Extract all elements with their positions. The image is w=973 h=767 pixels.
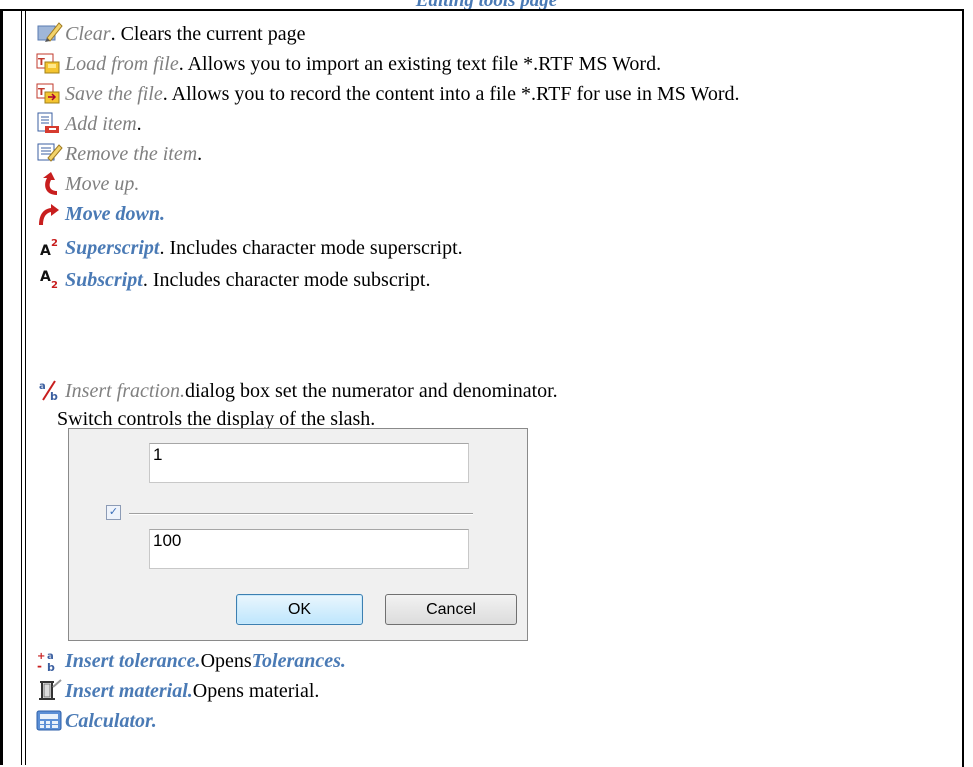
- tolerances-link[interactable]: Tolerances.: [252, 650, 346, 673]
- superscript-icon[interactable]: A2: [33, 234, 65, 262]
- item-text: .: [136, 112, 142, 135]
- item-text: Opens material.: [192, 679, 320, 702]
- item-text: Opens: [200, 649, 252, 672]
- list-item-calculator: Calculator.: [33, 706, 157, 736]
- item-name: Move up.: [65, 172, 140, 195]
- svg-text:A: A: [40, 243, 51, 259]
- denominator-input[interactable]: [149, 529, 469, 569]
- item-name: Insert fraction.: [65, 379, 185, 402]
- item-text: . Includes character mode subscript.: [142, 268, 431, 291]
- fraction-line: [129, 513, 473, 515]
- item-name: Load from file: [65, 52, 179, 75]
- svg-text:2: 2: [51, 280, 58, 291]
- table-border-inner-2: [25, 9, 26, 765]
- calculator-icon[interactable]: [33, 707, 65, 735]
- subscript-icon[interactable]: A2: [33, 266, 65, 294]
- numerator-input[interactable]: [149, 443, 469, 483]
- move-up-icon[interactable]: [33, 170, 65, 198]
- fraction-dialog: ✓ OK Cancel: [68, 428, 528, 641]
- list-item-clear: Clear. Clears the current page: [33, 19, 305, 49]
- item-name: Save the file: [65, 82, 163, 105]
- list-item-insert-fraction: ab Insert fraction. dialog box set the n…: [33, 376, 558, 406]
- save-file-icon[interactable]: T: [33, 80, 65, 108]
- item-name: Remove the item: [65, 142, 198, 165]
- item-name: Insert material.: [65, 679, 193, 702]
- item-name: Clear: [65, 22, 111, 45]
- item-text: dialog box set the numerator and denomin…: [185, 379, 558, 402]
- move-down-icon[interactable]: [33, 200, 65, 228]
- item-text: . Allows you to record the content into …: [162, 82, 740, 105]
- cancel-button[interactable]: Cancel: [385, 594, 517, 625]
- fraction-icon[interactable]: ab: [33, 377, 65, 405]
- svg-text:2: 2: [51, 238, 58, 249]
- ok-button[interactable]: OK: [236, 594, 363, 625]
- item-text: . Allows you to import an existing text …: [178, 52, 662, 75]
- svg-text:T: T: [38, 87, 45, 98]
- svg-text:a: a: [39, 381, 46, 392]
- slash-checkbox[interactable]: ✓: [106, 505, 121, 520]
- table-border-left: [0, 9, 3, 765]
- remove-item-icon[interactable]: [33, 140, 65, 168]
- item-text: . Includes character mode superscript.: [159, 236, 463, 259]
- list-item-insert-tolerance: + - a b Insert tolerance. Opens Tolerances.: [33, 646, 346, 676]
- item-name: Superscript: [65, 236, 160, 259]
- tolerance-icon[interactable]: + - a b: [33, 647, 65, 675]
- svg-text:T: T: [38, 57, 45, 68]
- list-item-subscript: A2 Subscript. Includes character mode su…: [33, 265, 430, 295]
- eraser-icon[interactable]: [33, 20, 65, 48]
- svg-text:-: -: [37, 659, 42, 673]
- svg-text:A: A: [40, 269, 51, 285]
- list-item-remove-item: Remove the item .: [33, 139, 202, 169]
- list-item-add-item: Add item.: [33, 109, 142, 139]
- add-item-icon[interactable]: [33, 110, 65, 138]
- svg-text:b: b: [50, 390, 58, 403]
- list-item-move-up: Move up.: [33, 169, 139, 199]
- item-name: Calculator.: [65, 709, 157, 732]
- list-item-superscript: A2 Superscript. Includes character mode …: [33, 233, 463, 263]
- load-file-icon[interactable]: T: [33, 50, 65, 78]
- svg-text:b: b: [47, 661, 55, 674]
- table-border-inner: [21, 9, 22, 765]
- item-name: Insert tolerance.: [65, 649, 201, 672]
- item-text: . Clears the current page: [110, 22, 306, 45]
- item-name: Move down.: [65, 202, 165, 225]
- list-item-move-down: Move down.: [33, 199, 165, 229]
- list-item-insert-material: Insert material. Opens material.: [33, 676, 319, 706]
- item-name: Subscript: [65, 268, 143, 291]
- item-text: .: [197, 142, 203, 165]
- material-icon[interactable]: [33, 677, 65, 705]
- list-item-load-from-file: T Load from file. Allows you to import a…: [33, 49, 661, 79]
- list-item-save-file: T Save the file. Allows you to record th…: [33, 79, 739, 109]
- item-name: Add item: [65, 112, 137, 135]
